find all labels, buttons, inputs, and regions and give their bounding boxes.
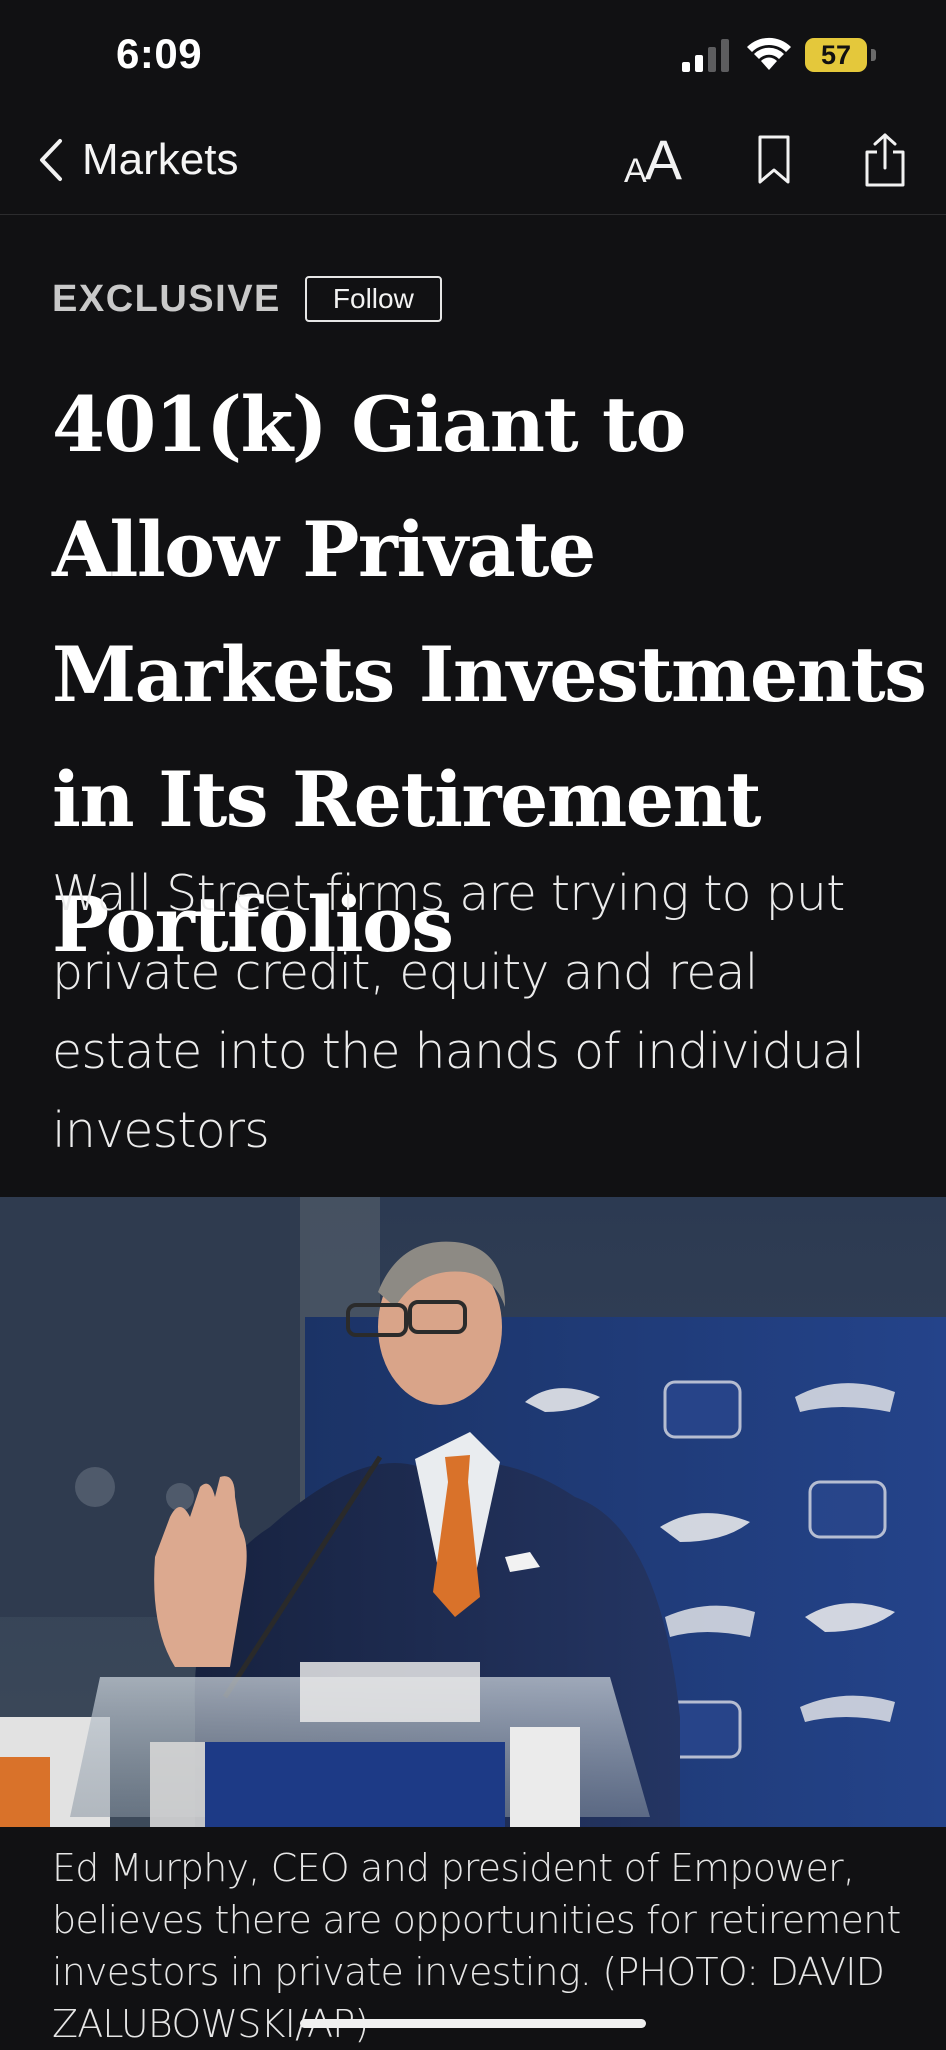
photo-podium-post — [510, 1727, 580, 1827]
bookmark-icon — [758, 135, 790, 184]
home-indicator[interactable] — [300, 2019, 646, 2028]
battery-indicator: 57 — [805, 38, 877, 72]
share-icon — [865, 133, 905, 187]
back-label: Markets — [82, 135, 239, 184]
text-size-button[interactable]: AA — [620, 128, 686, 192]
photo-left-sign-accent — [0, 1757, 50, 1827]
share-button[interactable] — [860, 128, 910, 192]
photo-bokeh — [75, 1467, 115, 1507]
bookmark-button[interactable] — [752, 128, 796, 192]
status-time: 6:09 — [116, 30, 203, 77]
photo-podium-panel — [205, 1742, 505, 1827]
status-bar: 6:09 57 — [0, 0, 946, 110]
text-size-icon-small: A — [623, 152, 647, 190]
cellular-signal-icon — [682, 39, 729, 72]
photo-podium-paper — [300, 1662, 480, 1722]
text-size-icon: AA — [623, 128, 683, 191]
battery-percent: 57 — [820, 40, 852, 70]
battery-tip — [871, 49, 876, 61]
article-dek: Wall Street firms are trying to put priv… — [52, 865, 865, 1159]
flag-row: EXCLUSIVE Follow — [52, 276, 442, 322]
navigation-bar: Markets AA — [0, 110, 946, 215]
battery-body: 57 — [805, 38, 867, 72]
back-button[interactable]: Markets — [36, 128, 238, 192]
article-photo[interactable] — [0, 1197, 946, 1827]
chevron-left-icon — [40, 139, 62, 181]
exclusive-flag: EXCLUSIVE — [52, 277, 281, 320]
wifi-icon — [747, 37, 791, 70]
text-size-icon-big: A — [644, 128, 683, 191]
follow-button[interactable]: Follow — [304, 276, 442, 322]
